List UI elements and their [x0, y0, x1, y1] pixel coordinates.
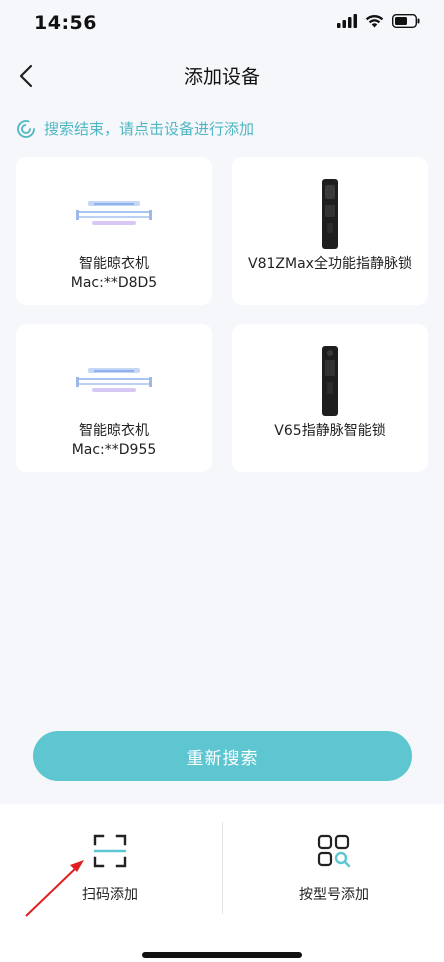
model-grid-search-icon	[317, 834, 351, 868]
tip-text: 搜索结束，请点击设备进行添加	[44, 120, 255, 138]
scan-icon	[93, 834, 127, 868]
device-mac: Mac:**D955	[71, 442, 157, 458]
device-name: 智能晾衣机	[79, 423, 149, 439]
nav-bar: 添加设备	[0, 48, 444, 104]
rescan-button[interactable]: 重新搜索	[33, 731, 412, 781]
scan-qr-add-option[interactable]: 扫码添加	[20, 830, 200, 910]
device-name: V65指静脉智能锁	[274, 423, 386, 439]
status-bar: 14:56	[0, 0, 444, 48]
device-mac: Mac:**D8D5	[70, 275, 158, 291]
loading-spinner-icon	[17, 119, 35, 138]
device-card-clothes-rack-d955[interactable]: 智能晾衣机 Mac:**D955	[16, 324, 212, 472]
clothes-rack-image	[16, 342, 212, 420]
add-method-panel: 扫码添加 按型号添加	[0, 804, 444, 962]
battery-icon	[392, 14, 420, 28]
device-name: V81ZMax全功能指静脉锁	[248, 256, 412, 272]
clothes-rack-image	[16, 175, 212, 253]
status-icons	[337, 14, 420, 28]
device-name: 智能晾衣机	[79, 256, 149, 272]
smart-lock-image	[232, 342, 428, 420]
device-card-v65-lock[interactable]: V65指静脉智能锁	[232, 324, 428, 472]
page-title: 添加设备	[183, 66, 260, 88]
device-card-clothes-rack-d8d5[interactable]: 智能晾衣机 Mac:**D8D5	[16, 157, 212, 305]
scan-add-label: 扫码添加	[82, 887, 138, 903]
wifi-icon	[365, 14, 384, 28]
search-status-tip: 搜索结束，请点击设备进行添加	[16, 118, 254, 139]
add-by-model-option[interactable]: 按型号添加	[244, 830, 424, 910]
option-divider	[222, 822, 223, 914]
signal-icon	[337, 14, 357, 28]
smart-lock-image	[232, 175, 428, 253]
status-time: 14:56	[34, 12, 97, 34]
home-indicator	[142, 952, 302, 958]
model-add-label: 按型号添加	[299, 887, 369, 903]
device-card-v81zmax-lock[interactable]: V81ZMax全功能指静脉锁	[232, 157, 428, 305]
